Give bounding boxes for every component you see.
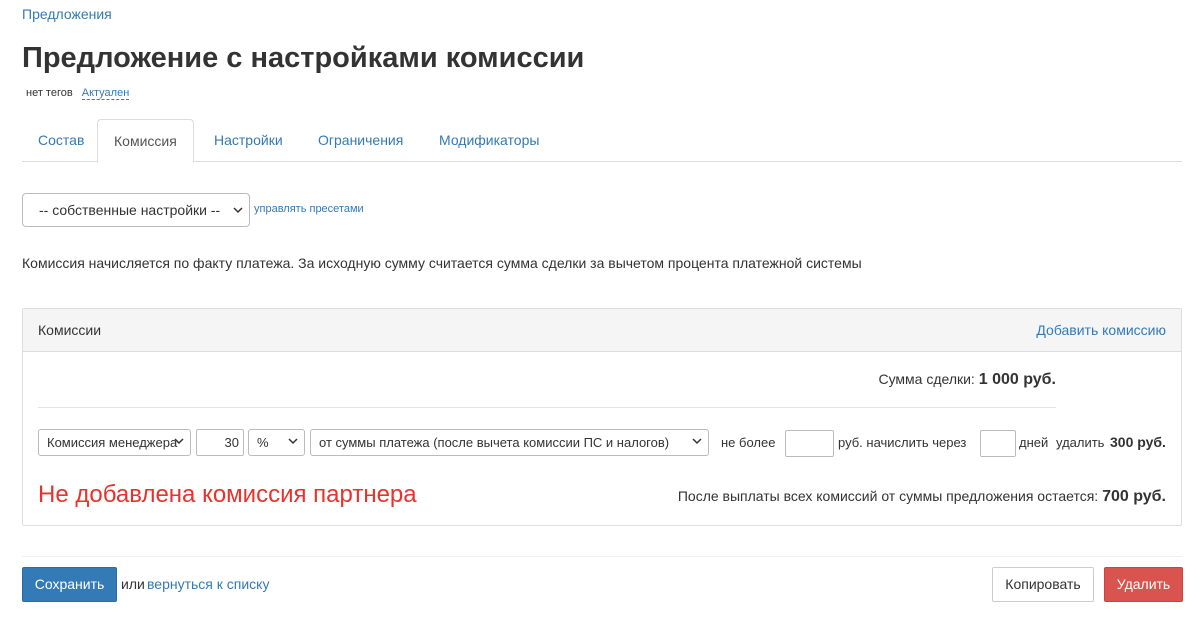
commissions-panel: Комиссии Добавить комиссию Сумма сделки:… [22,308,1182,526]
tab-modifiers[interactable]: Модификаторы [423,119,555,162]
commission-value-input[interactable]: 30 [196,429,244,456]
delete-commission-link[interactable]: удалить [1056,435,1104,450]
currency-label: руб. начислить через [838,435,967,450]
commission-type-select[interactable]: Комиссия менеджера [38,429,191,456]
copy-button[interactable]: Копировать [992,567,1094,602]
days-label: дней [1019,435,1049,450]
max-label: не более [721,435,776,450]
panel-heading: Комиссии Добавить комиссию [23,309,1181,352]
deal-sum: Сумма сделки: 1 000 руб. [878,371,1056,389]
tabs-bar: Состав Комиссия Настройки Ограничения Мо… [22,119,1182,163]
max-amount-input[interactable] [785,430,834,457]
preset-select[interactable]: -- собственные настройки -- [22,193,250,227]
divider [38,407,1056,408]
commission-type-value: Комиссия менеджера [47,435,178,450]
commission-base-select[interactable]: от суммы платежа (после вычета комиссии … [310,429,709,456]
preset-select-value: -- собственные настройки -- [39,202,221,218]
days-input[interactable] [980,430,1016,457]
deal-sum-label: Сумма сделки: [878,371,975,387]
tab-commission[interactable]: Комиссия [97,119,194,163]
footer-divider [22,556,1182,557]
deal-sum-value: 1 000 руб. [978,371,1056,388]
save-button[interactable]: Сохранить [22,567,117,602]
remaining-value: 700 руб. [1102,488,1166,505]
commission-description: Комиссия начисляется по факту платежа. З… [22,255,862,271]
partner-commission-warning: Не добавлена комиссия партнера [38,481,417,508]
tab-restrictions[interactable]: Ограничения [302,119,419,162]
or-label: или [121,576,145,592]
remaining-label: После выплаты всех комиссий от суммы пре… [677,488,1099,504]
back-to-list-link[interactable]: вернуться к списку [147,576,269,592]
tab-composition[interactable]: Состав [22,119,100,162]
panel-title: Комиссии [38,322,102,338]
chevron-down-icon [692,430,702,452]
add-commission-link[interactable]: Добавить комиссию [1036,322,1166,338]
status-link[interactable]: Актуален [81,87,130,100]
page-title: Предложение с настройками комиссии [22,42,585,74]
breadcrumb-link[interactable]: Предложения [22,6,112,22]
chevron-down-icon [233,194,243,216]
chevron-down-icon [174,430,184,452]
commission-unit-select[interactable]: % [248,429,305,456]
remaining-sum: После выплаты всех комиссий от суммы пре… [678,488,1166,506]
commission-unit-value: % [257,435,269,450]
tags-label: нет тегов [26,87,73,99]
commission-amount: 300 руб. [1110,434,1166,450]
manage-presets-link[interactable]: управлять пресетами [254,203,364,215]
delete-button[interactable]: Удалить [1104,567,1183,602]
chevron-down-icon [288,430,298,452]
tab-settings[interactable]: Настройки [198,119,299,162]
commission-row: Комиссия менеджера 30 % от суммы платежа… [23,429,1181,457]
offer-meta: нет тегов Актуален [26,87,130,100]
commission-base-value: от суммы платежа (после вычета комиссии … [319,435,670,450]
